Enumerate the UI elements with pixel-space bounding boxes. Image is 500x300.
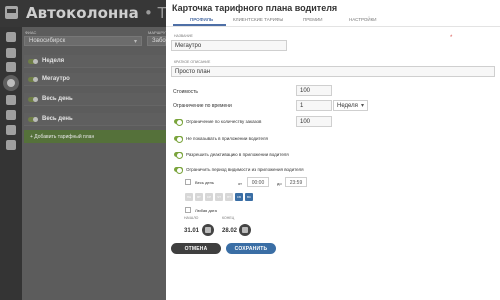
filter-label-route: МАРШРУТ <box>148 30 168 35</box>
modal-title: Карточка тарифного плана водителя <box>172 3 338 13</box>
tariff-plan-card: Карточка тарифного плана водителя ПРОФИЛ… <box>166 0 500 300</box>
calendar-icon[interactable] <box>202 224 214 236</box>
filter-label-city: ФИАС <box>25 30 37 35</box>
order-limit-toggle[interactable] <box>174 119 183 126</box>
tab-client-tariffs[interactable]: КЛИЕНТСКИЕ ТАРИФЫ <box>233 17 283 22</box>
name-input[interactable]: Мегаутро <box>171 40 287 51</box>
time-limit-input[interactable]: 1 <box>296 100 332 111</box>
time-from-input[interactable]: 00:00 <box>247 177 269 187</box>
cancel-button[interactable]: ОТМЕНА <box>171 243 221 254</box>
allow-deactivate-label: Разрешить деактивацию в приложении водит… <box>186 152 289 157</box>
time-unit-select[interactable]: Неделя ▾ <box>333 100 368 111</box>
start-date-label: НАЧАЛО <box>184 216 199 220</box>
limit-visibility-toggle[interactable] <box>174 167 183 174</box>
list-icon[interactable] <box>6 62 16 72</box>
plan-row-label: Мегаутро <box>42 76 70 82</box>
toggle-switch[interactable] <box>28 77 38 82</box>
day-thu[interactable]: ЧТ <box>215 193 223 201</box>
end-date-value: 28.02 <box>222 228 238 234</box>
plan-row[interactable]: Весь день <box>24 113 166 126</box>
plan-row[interactable]: Мегаутро <box>24 73 166 86</box>
save-button[interactable]: СОХРАНИТЬ <box>226 243 276 254</box>
building-icon[interactable] <box>6 125 16 135</box>
active-tab-indicator <box>173 24 226 26</box>
cost-input[interactable]: 100 <box>296 85 332 96</box>
user-icon[interactable] <box>6 48 16 58</box>
chevron-down-icon: ▾ <box>133 39 137 45</box>
chat-icon[interactable] <box>6 140 16 150</box>
order-limit-label: Ограничение по количеству заказов <box>186 119 262 124</box>
plan-row[interactable]: Весь день <box>24 93 166 106</box>
toggle-switch[interactable] <box>28 97 38 102</box>
name-label: НАЗВАНИЕ <box>174 34 193 38</box>
route-select-value: Забо <box>152 38 166 44</box>
limit-visibility-label: Ограничить период видимости из приложени… <box>186 167 304 172</box>
side-navigation <box>0 27 22 300</box>
gear-icon[interactable] <box>6 110 16 120</box>
tab-bonuses[interactable]: ПРЕМИИ <box>303 17 322 22</box>
from-label: от <box>238 181 242 186</box>
day-mon[interactable]: ПН <box>185 193 193 201</box>
day-fri[interactable]: ПТ <box>225 193 233 201</box>
cost-label: Стоимость <box>173 89 199 95</box>
tab-profile[interactable]: ПРОФИЛЬ <box>190 17 213 22</box>
city-select[interactable]: Новосибирск ▾ <box>24 36 142 46</box>
chevron-down-icon: ▾ <box>360 103 364 109</box>
to-label: до <box>277 181 282 186</box>
plan-row-label: Весь день <box>42 96 73 102</box>
plan-row-label: Неделя <box>42 58 65 64</box>
app-title-text: Автоколонна <box>26 4 139 22</box>
grid-icon[interactable] <box>6 32 16 42</box>
description-input[interactable]: Просто план <box>171 66 495 77</box>
hide-in-app-label: Не показывать в приложении водителя <box>186 136 268 141</box>
route-select[interactable]: Забо <box>147 36 166 46</box>
document-icon[interactable] <box>6 95 16 105</box>
time-to-input[interactable]: 23:59 <box>285 177 307 187</box>
coins-icon[interactable] <box>3 75 19 91</box>
day-tue[interactable]: ВТ <box>195 193 203 201</box>
required-marker: * <box>450 35 453 41</box>
day-sat[interactable]: СБ <box>235 193 243 201</box>
any-date-checkbox[interactable] <box>185 207 191 213</box>
end-date-label: КОНЕЦ <box>222 216 235 220</box>
toggle-switch[interactable] <box>28 59 38 64</box>
day-sun[interactable]: ВС <box>245 193 253 201</box>
add-plan-button[interactable]: + Добавить тарифный план <box>24 130 166 143</box>
calendar-icon[interactable] <box>239 224 251 236</box>
bus-logo-icon <box>5 6 18 19</box>
order-limit-input[interactable]: 100 <box>296 116 332 127</box>
tab-bar: ПРОФИЛЬ КЛИЕНТСКИЕ ТАРИФЫ ПРЕМИИ НАСТРОЙ… <box>166 16 500 27</box>
all-day-label: Весь день <box>195 180 214 185</box>
tab-settings[interactable]: НАСТРОЙКИ <box>349 17 377 22</box>
plan-row[interactable]: Неделя <box>24 55 166 68</box>
allow-deactivate-toggle[interactable] <box>174 152 183 159</box>
time-limit-label: Ограничение по времени <box>173 103 232 109</box>
toggle-switch[interactable] <box>28 117 38 122</box>
all-day-checkbox[interactable] <box>185 179 191 185</box>
city-select-value: Новосибирск <box>29 38 66 44</box>
plan-row-label: Весь день <box>42 116 73 122</box>
description-label: КРАТКОЕ ОПИСАНИЕ <box>174 60 211 64</box>
time-unit-value: Неделя <box>337 103 358 109</box>
day-wed[interactable]: СР <box>205 193 213 201</box>
any-date-label: Любая дата <box>195 208 217 213</box>
hide-in-app-toggle[interactable] <box>174 136 183 143</box>
start-date-value: 31.01 <box>184 228 200 234</box>
